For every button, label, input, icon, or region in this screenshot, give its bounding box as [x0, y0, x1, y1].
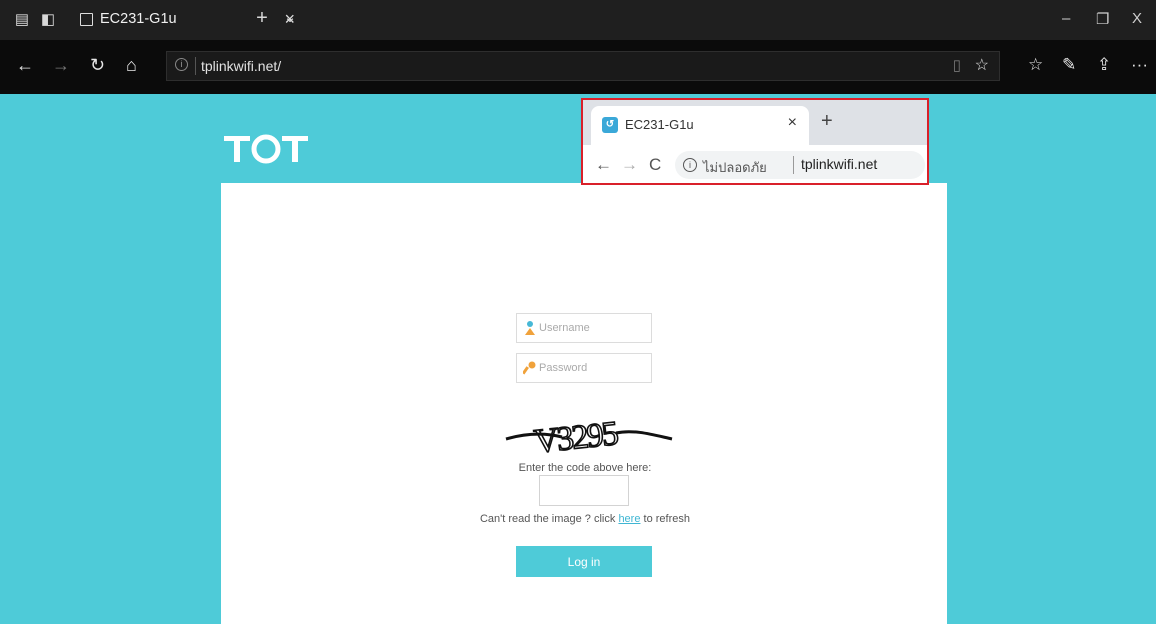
url-text[interactable]: tplinkwifi.net/	[201, 58, 281, 74]
refresh-hint: Can't read the image ? click here to ref…	[440, 513, 730, 525]
password-input[interactable]	[539, 358, 647, 378]
restore-icon[interactable]: ❐	[1096, 10, 1109, 28]
set-aside-tabs-icon[interactable]: ◧	[38, 10, 58, 30]
tot-logo	[224, 134, 308, 164]
chrome-new-tab-icon[interactable]: +	[821, 110, 833, 133]
chrome-omnibox[interactable]: i ไม่ปลอดภัย tplinkwifi.net	[675, 151, 925, 179]
address-separator	[195, 57, 196, 75]
chrome-back-icon[interactable]: ←	[595, 155, 612, 175]
captcha-image: V3295	[505, 414, 673, 453]
security-status: ไม่ปลอดภัย	[703, 160, 767, 175]
chrome-forward-icon[interactable]: →	[621, 155, 638, 175]
tab-title: EC231-G1u	[100, 11, 177, 27]
refresh-prefix: Can't read the image ? click	[479, 513, 619, 525]
user-icon	[525, 321, 535, 335]
more-icon[interactable]: ···	[1131, 55, 1148, 75]
password-field[interactable]	[516, 353, 652, 383]
chrome-tab-title: EC231-G1u	[625, 117, 694, 132]
home-icon[interactable]: ⌂	[126, 55, 137, 75]
reading-view-icon[interactable]: ▯	[953, 56, 961, 74]
chrome-reload-icon[interactable]: C	[649, 155, 661, 175]
back-icon[interactable]: ←	[16, 55, 34, 75]
username-field[interactable]	[516, 313, 652, 343]
favorite-star-icon[interactable]: ☆	[975, 55, 989, 75]
refresh-icon[interactable]: ↻	[90, 55, 105, 75]
refresh-suffix: to refresh	[640, 513, 690, 525]
captcha-text: V3295	[533, 415, 620, 453]
page-icon	[80, 13, 93, 26]
tab-actions-icon[interactable]: ▤	[12, 10, 32, 30]
refresh-link[interactable]: here	[618, 513, 640, 525]
info-icon[interactable]: i	[175, 58, 188, 71]
address-bar[interactable]: i tplinkwifi.net/ ▯ ☆	[166, 51, 1000, 81]
captcha-code-input[interactable]	[539, 475, 629, 506]
chrome-url-text[interactable]: tplinkwifi.net	[801, 156, 877, 172]
edge-tab-bar: ▤ ◧ EC231-G1u × + ⌄ – ❐ X	[0, 0, 1156, 40]
key-icon	[523, 361, 536, 375]
forward-icon[interactable]: →	[52, 55, 70, 75]
minimize-icon[interactable]: –	[1062, 10, 1070, 27]
notes-pen-icon[interactable]: ✎	[1062, 55, 1076, 75]
tplink-favicon-icon: ↺	[602, 117, 618, 133]
omnibox-separator	[793, 156, 794, 174]
chrome-tab[interactable]: ↺ EC231-G1u ×	[591, 106, 809, 145]
chrome-callout: ↺ EC231-G1u × + ← → C i ไม่ปลอดภัย tplin…	[581, 98, 929, 185]
chrome-info-icon[interactable]: i	[683, 158, 697, 172]
new-tab-icon[interactable]: +	[252, 8, 272, 28]
close-window-icon[interactable]: X	[1132, 10, 1142, 27]
favorites-list-icon[interactable]: ☆	[1028, 55, 1043, 75]
chrome-tab-close-icon[interactable]: ×	[788, 114, 797, 132]
share-icon[interactable]: ⇪	[1097, 55, 1111, 75]
chrome-tab-strip: ↺ EC231-G1u × +	[583, 100, 927, 145]
tab-list-chevron-icon[interactable]: ⌄	[280, 8, 300, 28]
edge-nav-bar: ← → ↻ ⌂ i tplinkwifi.net/ ▯ ☆ ☆ ✎ ⇪ ···	[0, 40, 1156, 94]
login-button[interactable]: Log in	[516, 546, 652, 577]
code-label: Enter the code above here:	[518, 462, 652, 474]
chrome-toolbar: ← → C i ไม่ปลอดภัย tplinkwifi.net	[583, 145, 927, 183]
username-input[interactable]	[539, 318, 647, 338]
